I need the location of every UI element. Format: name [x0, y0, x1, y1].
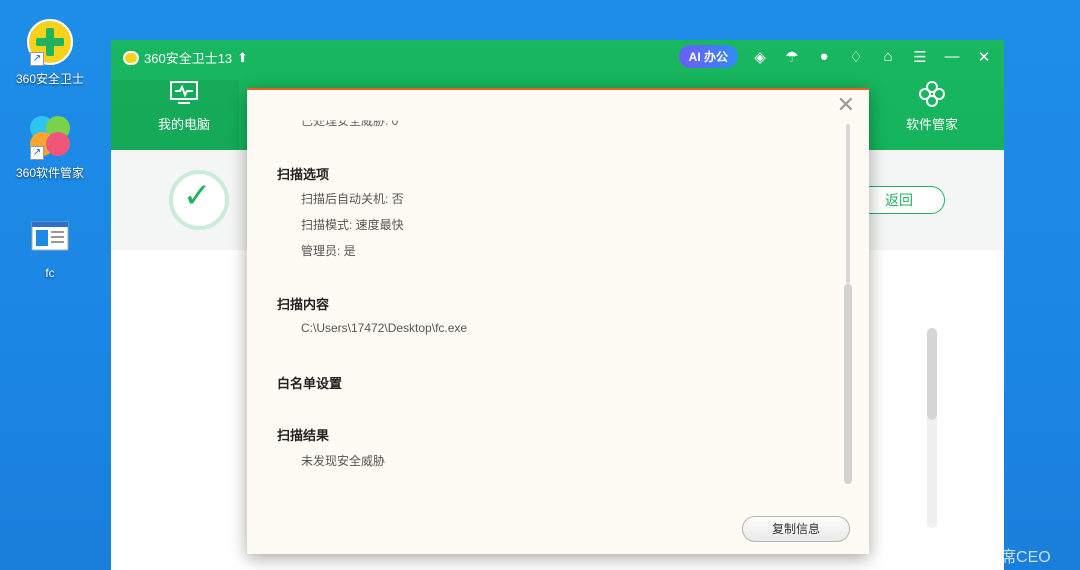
nav-software-manager[interactable]: 软件管家: [887, 80, 977, 133]
dialog-scrollbar-track[interactable]: [846, 124, 850, 284]
scan-log-content: 已处理安全威胁: 0 扫描选项 扫描后自动关机: 否 扫描模式: 速度最快 管理…: [277, 90, 837, 500]
dialog-close-icon[interactable]: ✕: [837, 92, 855, 118]
scan-content-title: 扫描内容: [277, 297, 330, 312]
desktop-icon-fc[interactable]: fc: [10, 214, 90, 280]
main-scrollbar-thumb[interactable]: [927, 328, 937, 420]
scan-option-line: 扫描后自动关机: 否: [301, 192, 404, 206]
monitor-icon: [139, 80, 229, 114]
desktop-icon-label: 360安全卫士: [15, 72, 85, 86]
desktop-icon-label: 360软件管家: [15, 166, 85, 180]
dialog-scrollbar-thumb[interactable]: [844, 284, 852, 484]
ai-office-button[interactable]: AI 办公: [678, 45, 738, 68]
scan-option-line: 管理员: 是: [301, 244, 356, 258]
menu-icon[interactable]: ☰: [910, 48, 930, 66]
csdn-watermark: CSDN @首席CEO: [918, 549, 1051, 566]
360softmgr-logo-icon: ↗: [26, 112, 74, 160]
desktop-icon-label: fc: [45, 266, 55, 280]
umbrella-icon[interactable]: ☂: [782, 48, 802, 66]
skin-shirt-icon[interactable]: ⌂: [878, 48, 898, 65]
scan-options-title: 扫描选项: [277, 167, 330, 182]
scan-result-title: 扫描结果: [277, 428, 330, 443]
scan-complete-check-icon: ✓: [169, 170, 229, 230]
minimize-icon[interactable]: —: [942, 48, 962, 65]
whitelist-title: 白名单设置: [277, 376, 343, 391]
nav-my-computer[interactable]: 我的电脑: [139, 80, 229, 133]
copy-info-button[interactable]: 复制信息: [742, 516, 850, 542]
app-logo-icon: [123, 50, 139, 65]
shortcut-arrow-icon: ↗: [30, 146, 44, 160]
upgrade-arrow-icon[interactable]: ⬆: [237, 50, 248, 66]
desktop-icon-360softmgr[interactable]: ↗ 360软件管家: [10, 112, 90, 181]
gift-icon[interactable]: ♢: [846, 48, 866, 66]
scan-log-dialog: ✕ 已处理安全威胁: 0 扫描选项 扫描后自动关机: 否 扫描模式: 速度最快 …: [247, 88, 869, 554]
threats-handled-text: 已处理安全威胁: 0: [301, 114, 399, 129]
desktop-icon-360safe[interactable]: ↗ 360安全卫士: [10, 18, 90, 87]
app-title: 360安全卫士13 ⬆: [123, 48, 248, 67]
scan-option-line: 扫描模式: 速度最快: [301, 218, 404, 232]
shield-badge-icon[interactable]: ◈: [750, 48, 770, 66]
flower-icon: [887, 80, 977, 114]
close-icon[interactable]: ✕: [974, 48, 994, 66]
shortcut-arrow-icon: ↗: [30, 52, 44, 66]
scan-result-text: 未发现安全威胁: [301, 454, 386, 468]
exe-file-icon: [26, 214, 74, 262]
app-title-text: 360安全卫士13: [144, 51, 233, 66]
nav-label: 软件管家: [905, 117, 958, 132]
dialog-scrollbar[interactable]: [844, 124, 852, 484]
scan-path-text: C:\Users\17472\Desktop\fc.exe: [301, 321, 468, 335]
main-scrollbar[interactable]: [927, 328, 937, 528]
360safe-logo-icon: ↗: [26, 18, 74, 66]
nav-label: 我的电脑: [157, 117, 210, 132]
title-controls: AI 办公 ◈ ☂ ● ♢ ⌂ ☰ — ✕: [678, 45, 994, 68]
user-avatar-icon[interactable]: ●: [814, 48, 834, 65]
